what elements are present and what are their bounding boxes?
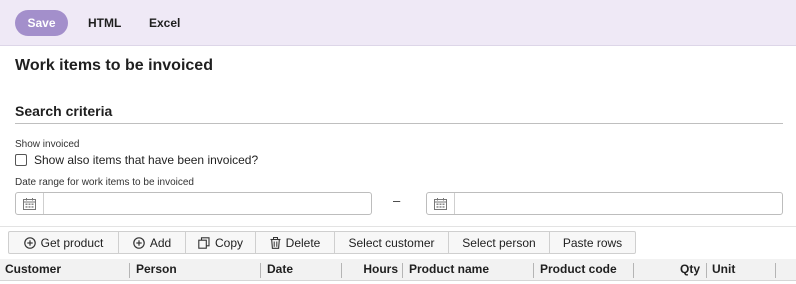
date-from-input[interactable] (44, 193, 372, 214)
grid-header: Customer Person Date Hours Product name … (0, 259, 796, 281)
copy-label: Copy (214, 235, 243, 250)
column-resize-handle[interactable] (706, 263, 707, 278)
select-person-button[interactable]: Select person (449, 232, 550, 253)
paste-rows-button[interactable]: Paste rows (550, 232, 635, 253)
plus-circle-icon (23, 236, 36, 249)
section-divider (15, 123, 783, 124)
excel-export-button[interactable]: Excel (149, 10, 180, 36)
column-resize-handle[interactable] (533, 263, 534, 278)
column-header-product-code[interactable]: Product code (540, 259, 617, 280)
column-header-date[interactable]: Date (267, 259, 293, 280)
calendar-icon[interactable] (427, 193, 455, 214)
calendar-icon[interactable] (16, 193, 44, 214)
column-header-qty[interactable]: Qty (633, 259, 700, 280)
add-label: Add (149, 235, 172, 250)
page-title: Work items to be invoiced (15, 57, 213, 74)
column-resize-handle[interactable] (260, 263, 261, 278)
get-product-label: Get product (40, 235, 104, 250)
delete-button[interactable]: Delete (256, 232, 335, 253)
grid-toolbar: Get product Add Copy Delete Select custo… (8, 231, 636, 254)
show-invoiced-checkbox[interactable] (15, 154, 27, 166)
select-customer-button[interactable]: Select customer (335, 232, 449, 253)
get-product-button[interactable]: Get product (9, 232, 119, 253)
column-resize-handle[interactable] (402, 263, 403, 278)
show-invoiced-checkbox-label[interactable]: Show also items that have been invoiced? (34, 153, 258, 167)
column-header-hours[interactable]: Hours (341, 259, 398, 280)
show-invoiced-label: Show invoiced (15, 139, 80, 150)
trash-icon (270, 236, 281, 249)
copy-button[interactable]: Copy (186, 232, 256, 253)
date-range-label: Date range for work items to be invoiced (15, 177, 194, 188)
search-criteria-heading: Search criteria (15, 103, 113, 119)
save-button[interactable]: Save (15, 10, 68, 36)
column-header-product-name[interactable]: Product name (409, 259, 489, 280)
html-export-button[interactable]: HTML (88, 10, 121, 36)
column-header-person[interactable]: Person (136, 259, 177, 280)
plus-circle-icon (133, 236, 145, 249)
top-action-bar: Save HTML Excel (0, 0, 796, 46)
range-separator: – (393, 193, 401, 208)
delete-label: Delete (285, 235, 321, 250)
date-from-field (15, 192, 372, 215)
column-resize-handle[interactable] (129, 263, 130, 278)
date-to-input[interactable] (455, 193, 783, 214)
add-button[interactable]: Add (119, 232, 186, 253)
date-to-field (426, 192, 783, 215)
column-header-customer[interactable]: Customer (5, 259, 61, 280)
toolbar-divider (0, 226, 796, 227)
column-resize-handle[interactable] (775, 263, 776, 278)
copy-icon (198, 236, 210, 249)
column-header-unit[interactable]: Unit (712, 259, 735, 280)
